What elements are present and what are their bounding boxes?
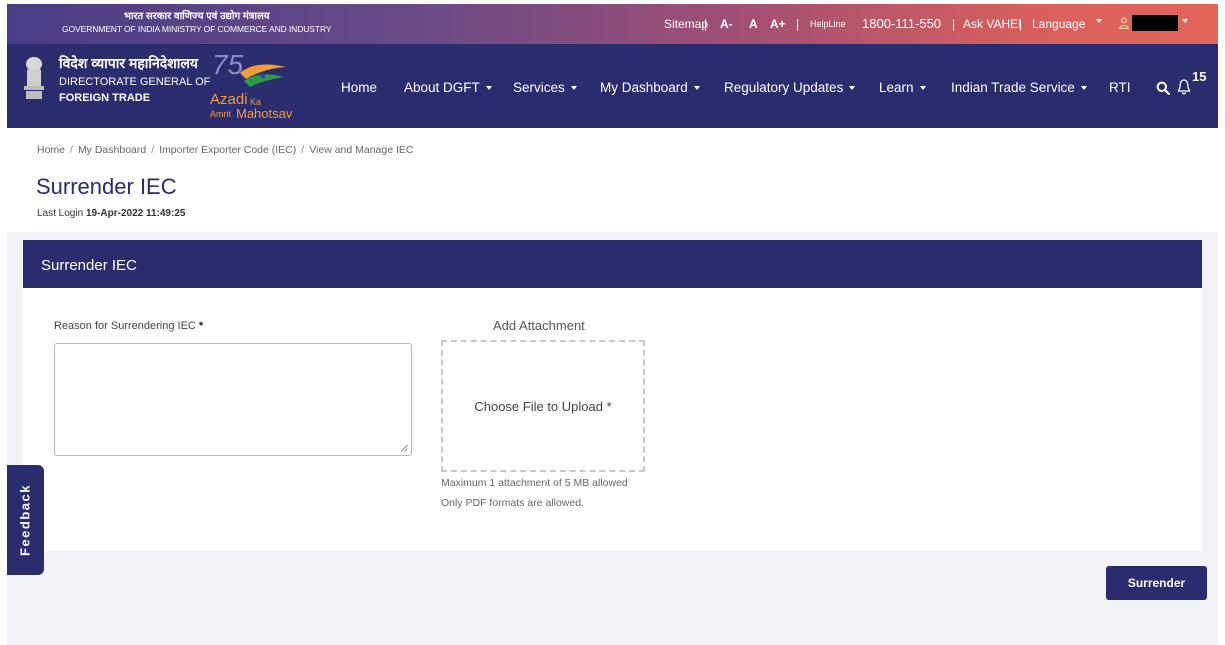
breadcrumb-separator: / — [301, 144, 305, 156]
reason-label-text: Reason for Surrendering IEC — [54, 320, 196, 332]
sitemap-link[interactable]: Sitemap — [664, 17, 708, 31]
required-mark: * — [198, 320, 204, 332]
language-select[interactable]: Language — [1032, 17, 1085, 31]
nav-its-label: Indian Trade Service — [951, 80, 1075, 95]
user-name-redacted[interactable] — [1132, 15, 1178, 31]
card-title: Surrender IEC — [23, 240, 1202, 288]
org-name-line2: FOREIGN TRADE — [59, 92, 151, 104]
gov-hindi-text: भारत सरकार वाणिज्य एवं उद्योग मंत्रालय — [123, 11, 270, 22]
nav-my-dashboard[interactable]: My Dashboard — [600, 80, 700, 95]
nav-learn[interactable]: Learn — [879, 80, 926, 95]
chevron-down-icon — [1096, 19, 1102, 23]
reason-textarea[interactable] — [54, 343, 412, 456]
nav-rti[interactable]: RTI — [1109, 80, 1131, 95]
logo-mahotsav: Mahotsav — [236, 106, 293, 121]
main-navbar: विदेश व्यापार महानिदेशालय DIRECTORATE GE… — [7, 44, 1218, 128]
nav-rti-label: RTI — [1109, 80, 1131, 95]
last-login-value: 19-Apr-2022 11:49:25 — [85, 208, 186, 219]
chevron-down-icon — [485, 85, 492, 90]
helpline-label: HelpLine — [810, 19, 846, 29]
separator: | — [1019, 17, 1023, 31]
user-icon[interactable] — [1119, 17, 1129, 29]
breadcrumb-separator: / — [151, 144, 155, 156]
nav-about-dgft[interactable]: About DGFT — [404, 80, 492, 95]
government-branding: भारत सरकार वाणिज्य एवं उद्योग मंत्रालय G… — [62, 10, 332, 36]
breadcrumb-dashboard[interactable]: My Dashboard — [78, 144, 146, 156]
font-decrease-button[interactable]: A- — [720, 17, 733, 31]
nav-services[interactable]: Services — [513, 80, 577, 95]
org-name-line1: DIRECTORATE GENERAL OF — [59, 76, 211, 88]
nav-services-label: Services — [513, 80, 565, 95]
breadcrumb: Home / My Dashboard / Importer Exporter … — [37, 144, 414, 156]
nav-home-label: Home — [341, 80, 378, 95]
nav-regulatory-updates[interactable]: Regulatory Updates — [724, 80, 856, 95]
gov-english-text: GOVERNMENT OF INDIA MINISTRY OF COMMERCE… — [62, 24, 332, 34]
nav-home[interactable]: Home — [341, 80, 377, 95]
surrender-form-card: Surrender IEC Reason for Surrendering IE… — [23, 240, 1202, 551]
last-login: Last Login 19-Apr-2022 11:49:25 — [37, 208, 185, 219]
nav-learn-label: Learn — [879, 80, 914, 95]
chevron-down-icon[interactable] — [1182, 19, 1188, 23]
font-normal-button[interactable]: A — [749, 17, 758, 31]
nav-regulatory-label: Regulatory Updates — [724, 80, 844, 95]
upload-text: Choose File to Upload * — [474, 398, 612, 414]
notification-count[interactable]: 15 — [1192, 69, 1206, 84]
chevron-down-icon — [1080, 85, 1087, 90]
chevron-down-icon — [693, 85, 700, 90]
nav-about-label: About DGFT — [404, 80, 480, 95]
chevron-down-icon — [849, 85, 856, 90]
breadcrumb-home[interactable]: Home — [37, 144, 65, 156]
search-icon[interactable] — [1156, 81, 1170, 95]
last-login-label: Last Login — [37, 208, 84, 219]
azadi-ka-amrit-mahotsav-logo: 75 Azadi Ka Amrit Mahotsav — [210, 49, 310, 125]
surrender-button[interactable]: Surrender — [1106, 566, 1207, 600]
separator: | — [704, 17, 708, 31]
nav-dashboard-label: My Dashboard — [600, 80, 688, 95]
breadcrumb-manage-iec[interactable]: View and Manage IEC — [309, 144, 413, 156]
breadcrumb-separator: / — [70, 144, 73, 156]
top-strip: भारत सरकार वाणिज्य एवं उद्योग मंत्रालय G… — [7, 4, 1218, 44]
file-upload-dropzone[interactable]: Choose File to Upload * — [441, 340, 645, 472]
font-increase-button[interactable]: A+ — [770, 17, 786, 31]
attachment-label: Add Attachment — [493, 318, 585, 333]
attachment-format-hint: Only PDF formats are allowed. — [441, 497, 584, 509]
helpline-number[interactable]: 1800-111-550 — [862, 16, 941, 31]
breadcrumb-iec[interactable]: Importer Exporter Code (IEC) — [159, 144, 296, 156]
national-emblem-icon — [24, 57, 44, 99]
ask-vahei-link[interactable]: Ask VAHEI — [963, 17, 1021, 31]
separator: | — [952, 17, 956, 31]
flag-swoosh-icon — [240, 64, 286, 87]
bell-icon[interactable] — [1177, 78, 1191, 96]
logo-amrit: Amrit — [210, 109, 231, 119]
reason-label: Reason for Surrendering IEC * — [54, 320, 203, 332]
page-title: Surrender IEC — [36, 174, 177, 199]
separator: | — [796, 17, 800, 31]
feedback-tab[interactable]: Feedback — [7, 465, 44, 575]
resize-handle-icon[interactable] — [400, 444, 408, 452]
nav-indian-trade-service[interactable]: Indian Trade Service — [951, 80, 1087, 95]
chevron-down-icon — [919, 85, 926, 90]
content-area: Surrender IEC Reason for Surrendering IE… — [7, 232, 1218, 645]
attachment-size-hint: Maximum 1 attachment of 5 MB allowed — [441, 477, 628, 489]
feedback-label: Feedback — [17, 484, 33, 556]
org-name-hindi: विदेश व्यापार महानिदेशालय — [59, 55, 199, 71]
chevron-down-icon — [570, 85, 577, 90]
